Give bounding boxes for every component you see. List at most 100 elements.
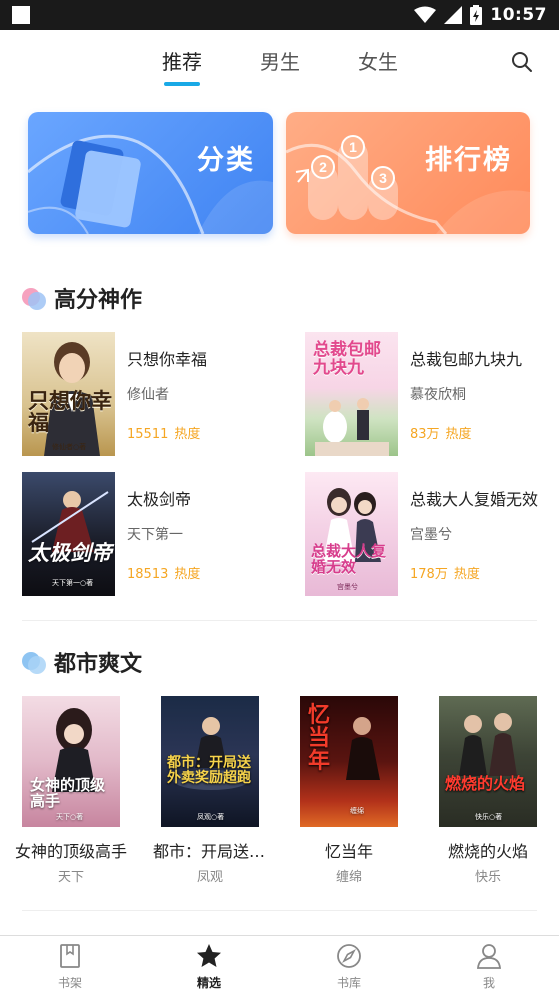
book-card[interactable]: 太极剑帝 天下第一○著 太极剑帝 天下第一 18513 热度: [22, 472, 272, 596]
book-author: 凤观: [196, 870, 223, 885]
active-tab-indicator: [164, 82, 200, 86]
rank-number-2: 2: [319, 159, 327, 175]
rank-number-1: 1: [349, 139, 357, 155]
cover-author-text: 凤观○著: [197, 813, 225, 821]
book-heat: 15511 热度: [127, 423, 200, 442]
nav-label: 精选: [196, 976, 221, 990]
book-cover[interactable]: 太极剑帝 天下第一○著: [22, 472, 115, 596]
nav-label: 我: [482, 976, 495, 990]
cover-title-text: 忆当年: [308, 703, 331, 775]
book-title: 女神的顶级高手: [14, 842, 127, 861]
section-dot-icon: [22, 286, 48, 310]
notification-icon: [12, 6, 30, 24]
nav-item-bookshelf[interactable]: 书架: [40, 940, 100, 994]
cover-author-text: 天下第一○著: [52, 579, 94, 587]
heat-label: 热度: [445, 427, 472, 442]
book-author: 天下: [57, 870, 84, 885]
cover-author-text: 天下○著: [56, 813, 84, 821]
cover-author-text: 缠绵: [350, 807, 364, 815]
book-author: 缠绵: [335, 870, 362, 885]
section-title: 高分神作: [54, 288, 143, 313]
section-header-top-rated: 高分神作: [22, 283, 142, 313]
book-card[interactable]: 女神的顶级高手 天下○著 女神的顶级高手 天下: [15, 696, 140, 896]
tab-male[interactable]: 男生: [260, 46, 300, 75]
star-icon: [197, 944, 221, 967]
heat-label: 热度: [174, 427, 201, 442]
heat-label: 热度: [453, 567, 480, 582]
category-banner[interactable]: 分类: [28, 112, 273, 234]
ranking-banner[interactable]: 2 1 3 排行榜: [286, 112, 530, 234]
book-title: 燃烧的火焰: [447, 842, 528, 861]
book-heat: 83万 热度: [410, 423, 472, 442]
book-cover[interactable]: 燃烧的火焰 快乐○著: [439, 696, 537, 827]
book-cover[interactable]: 忆当年 缠绵: [300, 696, 398, 827]
section-divider: [22, 910, 537, 911]
nav-item-featured[interactable]: 精选: [179, 940, 239, 994]
section-title: 都市爽文: [54, 652, 143, 677]
cover-title-text: 女神的顶级高手: [30, 776, 106, 810]
section-dot-icon: [22, 650, 48, 674]
book-title: 忆当年: [324, 842, 373, 861]
cover-title-text: 只想你幸福: [28, 389, 112, 436]
cover-title-text: 燃烧的火焰: [445, 774, 526, 793]
book-cover[interactable]: 都市：开局送外卖奖励超跑 凤观○著: [161, 696, 259, 827]
nav-label: 书架: [57, 976, 82, 990]
heat-value: 178万: [410, 567, 448, 582]
book-card[interactable]: 燃烧的火焰 快乐○著 燃烧的火焰 快乐: [439, 696, 557, 896]
signal-icon: [444, 6, 463, 24]
cover-title-text: 总裁大人复婚无效: [311, 542, 387, 576]
book-title: 总裁包邮九块九: [410, 350, 523, 369]
book-card[interactable]: 总裁大人复婚无效 宫墨兮 总裁大人复婚无效 宫墨兮 178万 热度: [305, 472, 555, 596]
section-divider: [22, 620, 537, 621]
cover-title-text: 总裁包邮九块九: [313, 340, 381, 378]
book-title: 总裁大人复婚无效: [410, 490, 539, 509]
book-cover[interactable]: 总裁大人复婚无效 宫墨兮: [305, 472, 398, 596]
status-icons: 10:57: [414, 5, 547, 25]
book-title: 只想你幸福: [127, 350, 208, 369]
heat-value: 83万: [410, 427, 440, 442]
cover-title-text: 太极剑帝: [28, 541, 112, 565]
status-time: 10:57: [490, 5, 547, 25]
book-author: 宫墨兮: [410, 527, 452, 543]
nav-label: 书库: [336, 976, 361, 990]
wifi-icon: [414, 6, 437, 23]
book-card[interactable]: 只想你幸福 修仙者○著 只想你幸福 修仙者 15511 热度: [22, 332, 272, 456]
nav-item-me[interactable]: 我: [459, 940, 519, 994]
heat-value: 15511: [127, 427, 169, 442]
book-author: 天下第一: [127, 527, 183, 543]
book-author: 慕夜欣桐: [410, 387, 466, 403]
cover-author-text: 宫墨兮: [337, 583, 358, 591]
bookshelf-icon: [60, 944, 80, 968]
user-icon: [477, 944, 501, 969]
compass-icon: [337, 944, 361, 968]
tab-female[interactable]: 女生: [358, 46, 398, 75]
cover-author-text: 快乐○著: [475, 813, 503, 821]
rank-number-3: 3: [379, 170, 387, 186]
category-banner-label: 分类: [197, 145, 255, 176]
heat-label: 热度: [174, 567, 201, 582]
book-heat: 178万 热度: [410, 563, 480, 582]
book-card[interactable]: 忆当年 缠绵 忆当年 缠绵: [300, 696, 418, 896]
book-card[interactable]: 总裁包邮九块九 总裁包邮九块九 慕夜欣桐 83万 热度: [305, 332, 555, 456]
top-tab-bar: 推荐 男生 女生: [0, 30, 559, 92]
book-title: 都市：开局送外卖奖励超跑: [153, 842, 267, 861]
cover-author-text: 修仙者○著: [52, 443, 87, 451]
book-title: 太极剑帝: [127, 490, 192, 509]
bottom-nav: 书架 精选 书库 我: [0, 935, 559, 995]
ranking-banner-label: 排行榜: [425, 145, 512, 176]
section-header-urban: 都市爽文: [22, 647, 142, 677]
status-bar: 10:57: [0, 0, 559, 30]
book-cover[interactable]: 总裁包邮九块九: [305, 332, 398, 456]
book-card[interactable]: 都市：开局送外卖奖励超跑 凤观○著 都市：开局送外卖奖励超跑 凤观: [153, 696, 279, 896]
book-heat: 18513 热度: [127, 563, 200, 582]
book-cover[interactable]: 女神的顶级高手 天下○著: [22, 696, 120, 827]
cover-title-text: 都市：开局送外卖奖励超跑: [167, 755, 251, 786]
tab-recommend[interactable]: 推荐: [162, 46, 202, 75]
book-cover[interactable]: 只想你幸福 修仙者○著: [22, 332, 115, 456]
book-author: 修仙者: [127, 387, 169, 403]
book-author: 快乐: [474, 870, 501, 885]
search-icon[interactable]: [510, 50, 534, 74]
battery-icon: [470, 5, 483, 25]
heat-value: 18513: [127, 567, 169, 582]
nav-item-library[interactable]: 书库: [319, 940, 379, 994]
